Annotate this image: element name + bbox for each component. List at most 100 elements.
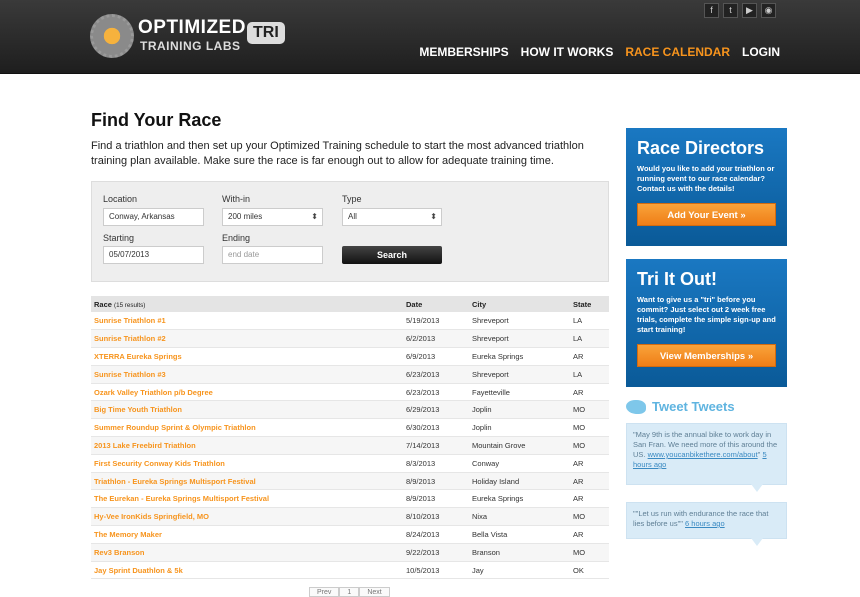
table-row: Rev3 Branson 9/22/2013 Branson MO [91,543,609,562]
race-date: 10/5/2013 [403,561,469,580]
race-link[interactable]: Sunrise Triathlon #1 [91,312,403,331]
race-state: LA [570,312,609,331]
search-button[interactable]: Search [342,246,442,264]
header-city[interactable]: City [469,296,570,312]
race-city: Shreveport [469,329,570,349]
tweet-1-link[interactable]: www.youcanbikethere.com/about [648,450,758,459]
race-link[interactable]: 2013 Lake Freebird Triathlon [91,436,403,455]
race-state: MO [570,507,609,527]
table-row: Sunrise Triathlon #2 6/2/2013 Shreveport LA [91,329,609,349]
race-link[interactable]: Jay Sprint Duathlon & 5k [91,561,403,580]
race-state: MO [570,418,609,438]
nav-race-calendar[interactable]: RACE CALENDAR [625,45,730,59]
race-link[interactable]: Sunrise Triathlon #2 [91,329,403,349]
race-date: 6/23/2013 [403,383,469,402]
table-row: Sunrise Triathlon #1 5/19/2013 Shreveport L… [91,312,609,331]
table-row: Sunrise Triathlon #3 6/23/2013 Shreveport L… [91,365,609,384]
race-city: Holiday Island [469,472,570,491]
within-value: 200 miles [228,212,263,221]
race-link[interactable]: Summer Roundup Sprint & Olympic Triathlo… [91,418,403,438]
rss-icon[interactable]: ◉ [761,3,776,18]
race-date: 8/9/2013 [403,472,469,491]
main-content: Find Your Race Find a triathlon and then… [91,110,609,580]
starting-date-input[interactable]: 05/07/2013 [103,246,204,264]
race-link[interactable]: Rev3 Branson [91,543,403,562]
race-directors-text: Would you like to add your triathlon or … [637,164,775,193]
intro-text: Find a triathlon and then set up your Op… [91,140,584,167]
site-header: OPTIMIZED TRAINING LABS TRI f t ▶ ◉ MEMB… [0,0,860,74]
pagination: Prev 1 Next [309,587,390,597]
race-city: Joplin [469,418,570,438]
race-link[interactable]: Hy-Vee IronKids Springfield, MO [91,507,403,527]
race-date: 6/23/2013 [403,365,469,384]
race-link[interactable]: Ozark Valley Triathlon p/b Degree [91,383,403,402]
prev-page-button[interactable]: Prev [309,587,340,597]
race-date: 8/24/2013 [403,525,469,544]
race-state: AR [570,525,609,544]
race-state: AR [570,472,609,491]
race-link[interactable]: XTERRA Eureka Springs [91,347,403,366]
header-date[interactable]: Date [403,296,469,312]
race-city: Conway [469,454,570,473]
race-link[interactable]: Sunrise Triathlon #3 [91,365,403,384]
header-race[interactable]: Race (15 results) [91,296,403,312]
page-number[interactable]: 1 [339,587,360,597]
header-state[interactable]: State [570,296,609,312]
race-date: 6/9/2013 [403,347,469,366]
table-row: Big Time Youth Triathlon 6/29/2013 Joplin M… [91,400,609,420]
race-link[interactable]: First Security Conway Kids Triathlon [91,454,403,473]
tweet-2-time[interactable]: 6 hours ago [685,519,725,528]
within-select[interactable]: 200 miles [222,208,323,226]
tweet-1-quote: " [757,450,761,459]
race-city: Bella Vista [469,525,570,544]
facebook-icon[interactable]: f [704,3,719,18]
table-row: First Security Conway Kids Triathlon 8/3/… [91,454,609,473]
race-link[interactable]: The Memory Maker [91,525,403,544]
tri-it-out-title: Tri It Out! [637,269,717,289]
race-state: LA [570,365,609,384]
location-input[interactable]: Conway, Arkansas [103,208,204,226]
twitter-icon[interactable]: t [723,3,738,18]
race-date: 6/29/2013 [403,400,469,420]
race-city: Fayetteville [469,383,570,402]
type-select[interactable]: All [342,208,442,226]
next-page-button[interactable]: Next [359,587,390,597]
ending-date-input[interactable]: end date [222,246,323,264]
race-state: MO [570,400,609,420]
starting-label: Starting [103,233,135,243]
logo-line2: TRAINING LABS [140,39,241,53]
header-race-label: Race [94,299,112,309]
race-date: 9/22/2013 [403,543,469,562]
table-row: Summer Roundup Sprint & Olympic Triathlo… [91,418,609,438]
youtube-icon[interactable]: ▶ [742,3,757,18]
table-header-row: Race (15 results) Date City State [91,296,609,312]
table-row: 2013 Lake Freebird Triathlon 7/14/2013 Mou… [91,436,609,455]
race-link[interactable]: The Eurekan - Eureka Springs Multisport … [91,489,403,509]
race-city: Nixa [469,507,570,527]
race-state: MO [570,436,609,455]
view-memberships-button[interactable]: View Memberships » [637,344,776,367]
race-date: 6/2/2013 [403,329,469,349]
add-event-button[interactable]: Add Your Event » [637,203,776,226]
race-city: Shreveport [469,365,570,384]
logo-line1: OPTIMIZED [138,17,246,38]
nav-login[interactable]: LOGIN [742,45,780,59]
location-label: Location [103,194,138,204]
site-logo[interactable]: OPTIMIZED TRAINING LABS TRI [90,14,290,58]
race-city: Joplin [469,400,570,420]
race-city: Branson [469,543,570,562]
race-date: 6/30/2013 [403,418,469,438]
race-results-table: Race (15 results) Date City State Sunris… [91,296,609,580]
race-state: AR [570,347,609,366]
race-state: OK [570,561,609,580]
nav-memberships[interactable]: MEMBERSHIPS [419,45,508,59]
social-links: f t ▶ ◉ [704,3,776,18]
race-link[interactable]: Big Time Youth Triathlon [91,400,403,420]
tweets-heading: Tweet Tweets [626,399,735,414]
table-row: Ozark Valley Triathlon p/b Degree 6/23/20… [91,383,609,402]
race-link[interactable]: Triathlon - Eureka Springs Multisport Fe… [91,472,403,491]
twitter-bird-icon [626,399,646,414]
race-date: 8/10/2013 [403,507,469,527]
race-city: Eureka Springs [469,347,570,366]
nav-how-it-works[interactable]: HOW IT WORKS [521,45,614,59]
